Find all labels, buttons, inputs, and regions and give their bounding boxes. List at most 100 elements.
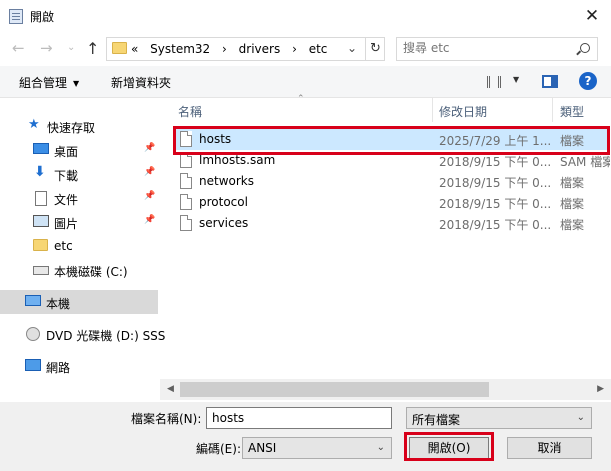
file-name: hosts — [199, 132, 232, 146]
encoding-value: ANSI — [248, 441, 277, 455]
horizontal-scrollbar[interactable]: ◀ ▶ — [160, 379, 611, 400]
scroll-left-icon[interactable]: ◀ — [167, 384, 174, 394]
column-header-date[interactable]: 修改日期 — [439, 103, 487, 120]
nav-label: 文件 — [54, 193, 79, 207]
file-date: 2018/9/15 下午 0... — [439, 218, 551, 232]
chevron-down-icon: ⌄ — [576, 412, 585, 423]
column-divider[interactable] — [432, 98, 433, 122]
dialog-footer: 檔案名稱(N): 所有檔案 ⌄ 編碼(E): ANSI ⌄ 開啟(O) 取消 — [0, 402, 611, 471]
folder-icon — [112, 42, 127, 54]
pin-icon: 📌 — [144, 167, 156, 177]
caret-down-icon: ▼ — [513, 75, 520, 84]
file-type-value: 所有檔案 — [412, 413, 461, 427]
address-bar[interactable]: « System32 › drivers › etc ⌄ ↻ — [106, 37, 385, 61]
chevron-down-icon: ⌄ — [376, 442, 385, 453]
file-name: networks — [199, 174, 254, 188]
folder-icon — [33, 239, 48, 251]
close-button[interactable]: ✕ — [577, 2, 607, 30]
file-name: services — [199, 216, 249, 230]
title-bar: 開啟 ✕ — [0, 0, 611, 32]
organize-label: 組合管理 — [19, 76, 68, 90]
pictures-icon — [33, 215, 49, 227]
file-type: 檔案 — [560, 176, 585, 190]
file-date: 2025/7/29 上午 1... — [439, 134, 551, 148]
nav-label: 本機 — [46, 297, 71, 311]
preview-pane-icon[interactable] — [542, 75, 558, 88]
scroll-right-icon[interactable]: ▶ — [597, 384, 604, 394]
column-header-type[interactable]: 類型 — [560, 103, 584, 120]
file-name: lmhosts.sam — [199, 153, 276, 167]
pin-icon: 📌 — [144, 191, 156, 201]
organize-menu-button[interactable]: 組合管理 ▼ — [19, 74, 79, 91]
network-icon — [25, 359, 41, 371]
open-button[interactable]: 開啟(O) — [409, 437, 489, 459]
column-header-name[interactable]: 名稱 — [178, 103, 202, 120]
nav-item-documents[interactable]: 文件 📌 — [0, 186, 158, 210]
forward-icon[interactable]: → — [40, 39, 53, 57]
breadcrumb-etc[interactable]: etc — [309, 42, 328, 56]
file-row-protocol[interactable]: protocol 2018/9/15 下午 0... 檔案 — [176, 192, 610, 213]
pin-icon: 📌 — [144, 215, 156, 225]
nav-item-local-disk[interactable]: 本機磁碟 (C:) — [0, 258, 158, 282]
recent-locations-chevron-icon[interactable]: ⌄ — [67, 42, 75, 53]
help-icon[interactable]: ? — [579, 72, 597, 90]
file-icon — [180, 173, 192, 189]
breadcrumb-separator[interactable]: › — [292, 42, 297, 56]
file-date: 2018/9/15 下午 0... — [439, 197, 551, 211]
desktop-icon — [33, 143, 49, 154]
nav-label: 網路 — [46, 361, 71, 375]
address-row: ← → ⌄ ↑ « System32 › drivers › etc ⌄ ↻ — [0, 34, 611, 64]
computer-icon — [25, 295, 41, 306]
pin-icon: 📌 — [144, 143, 156, 153]
notepad-icon — [9, 9, 23, 24]
breadcrumb-system32[interactable]: System32 — [150, 42, 210, 56]
breadcrumb-overflow[interactable]: « — [131, 42, 138, 56]
column-header-row: ⌃ 名稱 修改日期 類型 — [160, 94, 611, 122]
drive-icon — [33, 266, 49, 275]
up-folder-icon[interactable]: ↑ — [86, 39, 99, 58]
breadcrumb-separator[interactable]: › — [222, 42, 227, 56]
search-icon — [580, 43, 590, 53]
column-divider[interactable] — [552, 98, 553, 122]
search-box[interactable] — [396, 37, 598, 61]
nav-label: etc — [54, 239, 73, 253]
file-icon — [180, 194, 192, 210]
nav-label: 本機磁碟 (C:) — [54, 265, 128, 279]
scrollbar-thumb[interactable] — [180, 382, 489, 397]
nav-item-this-pc[interactable]: 本機 — [0, 290, 158, 314]
file-row-networks[interactable]: networks 2018/9/15 下午 0... 檔案 — [176, 171, 610, 192]
new-folder-button[interactable]: 新增資料夾 — [111, 74, 171, 91]
file-type-select[interactable]: 所有檔案 ⌄ — [406, 407, 592, 429]
file-icon — [180, 215, 192, 231]
nav-item-pictures[interactable]: 圖片 📌 — [0, 210, 158, 234]
file-icon — [180, 152, 192, 168]
file-type: 檔案 — [560, 134, 585, 148]
back-icon[interactable]: ← — [12, 39, 25, 57]
dvd-icon — [26, 327, 40, 341]
cancel-button[interactable]: 取消 — [507, 437, 592, 459]
file-row-lmhosts[interactable]: lmhosts.sam 2018/9/15 下午 0... SAM 檔案 — [176, 150, 610, 171]
sort-ascending-icon: ⌃ — [297, 94, 305, 104]
address-dropdown-icon[interactable]: ⌄ — [347, 41, 357, 55]
file-name: protocol — [199, 195, 248, 209]
nav-item-quick-access[interactable]: ★ 快速存取 — [0, 114, 158, 138]
filename-input[interactable] — [206, 407, 392, 429]
nav-item-downloads[interactable]: ⬇ 下載 📌 — [0, 162, 158, 186]
nav-label: 快速存取 — [47, 121, 96, 135]
search-input[interactable] — [403, 41, 563, 55]
file-row-hosts[interactable]: hosts 2025/7/29 上午 1... 檔案 — [176, 129, 610, 150]
change-view-button[interactable]: ▼ — [487, 73, 523, 91]
refresh-icon[interactable]: ↻ — [365, 38, 385, 60]
nav-label: 圖片 — [54, 217, 79, 231]
nav-label: 下載 — [54, 169, 79, 183]
caret-down-icon: ▼ — [73, 79, 80, 88]
file-row-services[interactable]: services 2018/9/15 下午 0... 檔案 — [176, 213, 610, 234]
breadcrumb-drivers[interactable]: drivers — [239, 42, 281, 56]
encoding-select[interactable]: ANSI ⌄ — [242, 437, 392, 459]
nav-item-network[interactable]: 網路 — [0, 354, 158, 378]
nav-item-desktop[interactable]: 桌面 📌 — [0, 138, 158, 162]
nav-item-dvd-drive[interactable]: DVD 光碟機 (D:) SSS — [0, 322, 165, 346]
breadcrumb: « System32 › drivers › etc — [131, 42, 335, 56]
file-type: 檔案 — [560, 218, 585, 232]
nav-item-etc[interactable]: etc — [0, 234, 158, 258]
